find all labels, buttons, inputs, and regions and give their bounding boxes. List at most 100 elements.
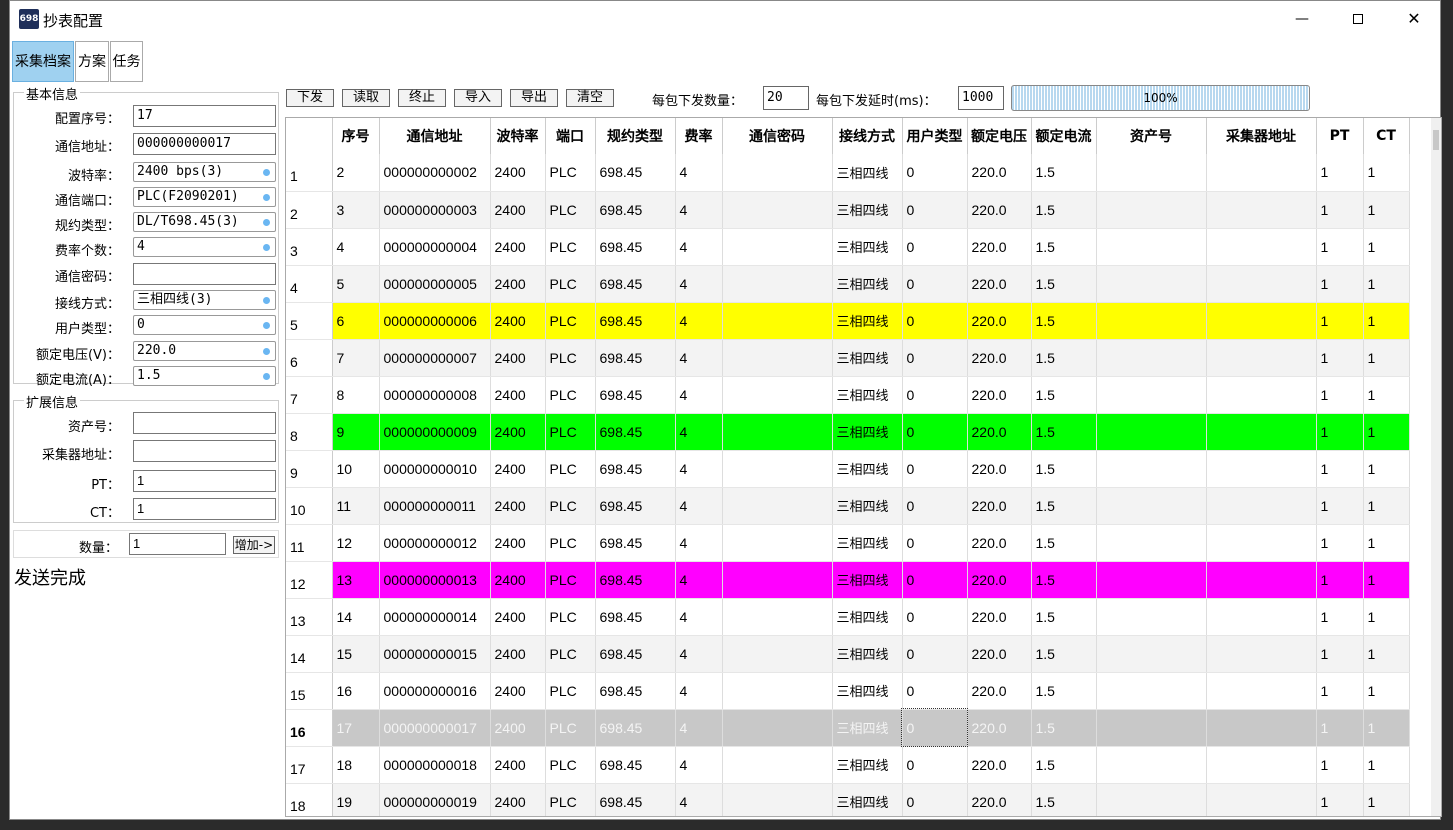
- table-cell[interactable]: 三相四线: [832, 450, 903, 488]
- table-cell[interactable]: PLC: [545, 265, 596, 303]
- table-cell[interactable]: 7: [332, 339, 380, 377]
- table-cell[interactable]: 1.5: [1031, 709, 1097, 747]
- table-cell[interactable]: 698.45: [595, 413, 676, 451]
- table-cell[interactable]: 14: [332, 598, 380, 636]
- table-cell[interactable]: 1: [1316, 376, 1364, 414]
- table-cell[interactable]: 2400: [490, 265, 546, 303]
- table-cell[interactable]: 4: [675, 228, 723, 266]
- table-cell[interactable]: 1.5: [1031, 302, 1097, 340]
- table-cell[interactable]: 三相四线: [832, 191, 903, 229]
- close-button[interactable]: ✕: [1386, 1, 1442, 37]
- table-cell[interactable]: [1096, 302, 1207, 340]
- table-cell[interactable]: 三相四线: [832, 746, 903, 784]
- stop-button[interactable]: 终止: [398, 89, 446, 107]
- table-cell[interactable]: 2400: [490, 524, 546, 562]
- table-cell[interactable]: 0: [901, 708, 968, 747]
- table-cell[interactable]: [722, 450, 833, 488]
- table-cell[interactable]: [722, 302, 833, 340]
- table-cell[interactable]: 0: [902, 265, 968, 303]
- tab-task[interactable]: 任务: [110, 41, 143, 82]
- table-cell[interactable]: 4: [675, 154, 723, 192]
- table-cell[interactable]: 000000000017: [379, 709, 491, 747]
- table-row[interactable]: 9 10 000000000010 2400 PLC 698.45 4 三相四线 0 220.0 1…: [286, 450, 1410, 488]
- table-cell[interactable]: 1: [1363, 228, 1410, 266]
- basic-field-select[interactable]: DL/T698.45(3): [133, 212, 276, 232]
- table-cell[interactable]: 0: [902, 672, 968, 710]
- row-number[interactable]: 6: [286, 339, 333, 377]
- table-row[interactable]: 4 5 000000000005 2400 PLC 698.45 4 三相四线 0 220.0 1.…: [286, 265, 1410, 303]
- column-header[interactable]: PT: [1316, 118, 1364, 154]
- table-cell[interactable]: 2400: [490, 191, 546, 229]
- table-cell[interactable]: 11: [332, 487, 380, 525]
- table-cell[interactable]: [1096, 524, 1207, 562]
- table-cell[interactable]: PLC: [545, 635, 596, 673]
- table-row[interactable]: 12 13 000000000013 2400 PLC 698.45 4 三相四线 0 220.0…: [286, 561, 1410, 599]
- row-number[interactable]: 4: [286, 265, 333, 303]
- table-cell[interactable]: 三相四线: [832, 598, 903, 636]
- table-cell[interactable]: 1: [1363, 672, 1410, 710]
- table-row[interactable]: 3 4 000000000004 2400 PLC 698.45 4 三相四线 0 220.0 1.…: [286, 228, 1410, 266]
- table-cell[interactable]: 4: [675, 598, 723, 636]
- table-row[interactable]: 15 16 000000000016 2400 PLC 698.45 4 三相四线 0 220.0…: [286, 672, 1410, 710]
- table-cell[interactable]: 220.0: [967, 302, 1032, 340]
- table-cell[interactable]: PLC: [545, 339, 596, 377]
- table-cell[interactable]: [1206, 598, 1317, 636]
- table-cell[interactable]: 4: [675, 746, 723, 784]
- row-number[interactable]: 12: [286, 561, 333, 599]
- column-header[interactable]: CT: [1363, 118, 1410, 154]
- row-number[interactable]: 13: [286, 598, 333, 636]
- table-cell[interactable]: 220.0: [967, 154, 1032, 192]
- row-number[interactable]: 1: [286, 154, 333, 192]
- table-cell[interactable]: 2400: [490, 376, 546, 414]
- table-cell[interactable]: 698.45: [595, 709, 676, 747]
- table-cell[interactable]: 1: [1363, 783, 1410, 816]
- table-cell[interactable]: PLC: [545, 228, 596, 266]
- table-cell[interactable]: [722, 339, 833, 377]
- row-number[interactable]: 3: [286, 228, 333, 266]
- table-cell[interactable]: 6: [332, 302, 380, 340]
- table-cell[interactable]: 三相四线: [832, 561, 903, 599]
- table-cell[interactable]: [722, 191, 833, 229]
- table-cell[interactable]: 2400: [490, 487, 546, 525]
- basic-field-select[interactable]: 4: [133, 237, 276, 257]
- table-cell[interactable]: PLC: [545, 672, 596, 710]
- table-cell[interactable]: 000000000007: [379, 339, 491, 377]
- table-cell[interactable]: 1: [1363, 376, 1410, 414]
- table-row[interactable]: 16 17 000000000017 2400 PLC 698.45 4 三相四线 0 220.0…: [286, 708, 1410, 747]
- column-header[interactable]: 波特率: [490, 118, 546, 154]
- row-number[interactable]: 17: [286, 746, 333, 784]
- table-cell[interactable]: 1: [1316, 524, 1364, 562]
- table-cell[interactable]: 1: [1316, 635, 1364, 673]
- table-cell[interactable]: 698.45: [595, 265, 676, 303]
- column-header[interactable]: 端口: [545, 118, 596, 154]
- table-cell[interactable]: [1206, 413, 1317, 451]
- table-cell[interactable]: [722, 635, 833, 673]
- table-cell[interactable]: 18: [332, 746, 380, 784]
- table-cell[interactable]: PLC: [545, 709, 596, 747]
- table-cell[interactable]: [1206, 783, 1317, 816]
- tab-archive[interactable]: 采集档案: [12, 41, 74, 82]
- table-cell[interactable]: 1: [1316, 783, 1364, 816]
- table-cell[interactable]: 698.45: [595, 783, 676, 816]
- table-cell[interactable]: 1: [1363, 413, 1410, 451]
- table-cell[interactable]: 000000000009: [379, 413, 491, 451]
- row-number[interactable]: 16: [286, 709, 333, 747]
- column-header[interactable]: 接线方式: [832, 118, 903, 154]
- table-cell[interactable]: 16: [332, 672, 380, 710]
- row-number[interactable]: 14: [286, 635, 333, 673]
- basic-field-input[interactable]: [133, 263, 276, 285]
- table-cell[interactable]: 1: [1316, 339, 1364, 377]
- table-cell[interactable]: 698.45: [595, 302, 676, 340]
- table-cell[interactable]: 698.45: [595, 524, 676, 562]
- table-cell[interactable]: [1096, 228, 1207, 266]
- table-cell[interactable]: 000000000004: [379, 228, 491, 266]
- column-header[interactable]: 通信密码: [722, 118, 833, 154]
- table-cell[interactable]: [1096, 561, 1207, 599]
- packet-delay-input[interactable]: 1000: [958, 86, 1004, 110]
- ext-field-input[interactable]: 1: [133, 498, 276, 520]
- clear-button[interactable]: 清空: [566, 89, 614, 107]
- table-cell[interactable]: 4: [675, 672, 723, 710]
- row-number[interactable]: 15: [286, 672, 333, 710]
- table-cell[interactable]: 4: [675, 191, 723, 229]
- table-cell[interactable]: 4: [675, 413, 723, 451]
